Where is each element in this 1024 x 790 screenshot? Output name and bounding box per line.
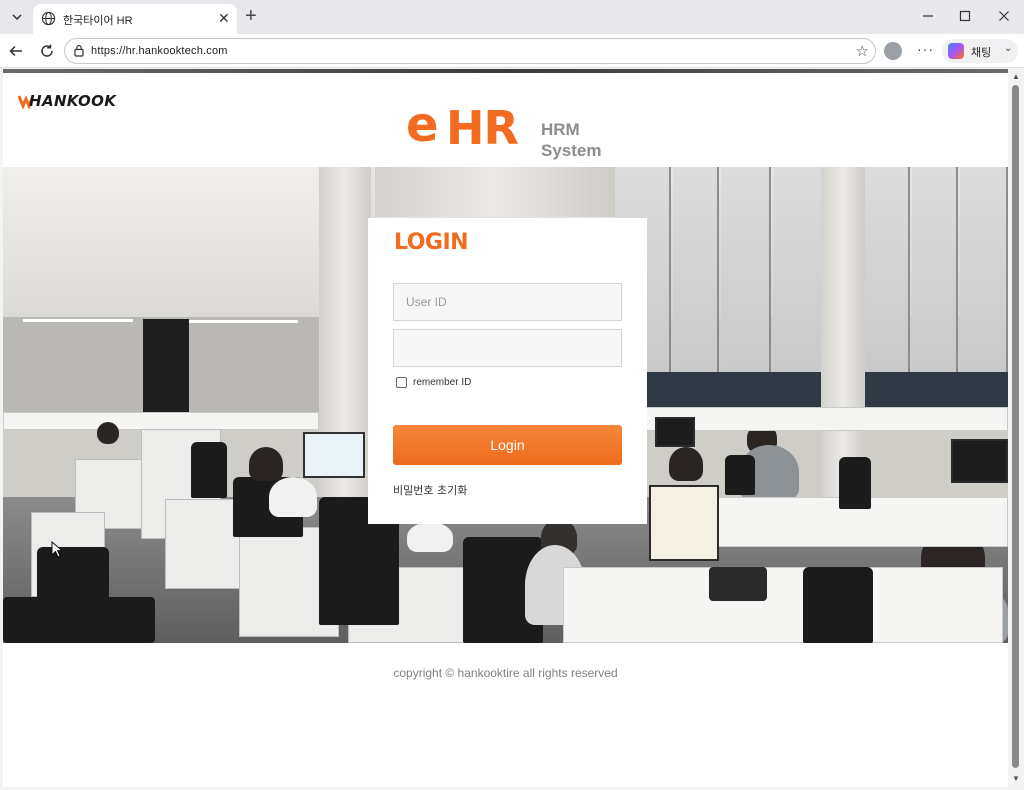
remember-id-label[interactable]: remember ID <box>413 377 471 388</box>
lock-icon[interactable] <box>73 44 85 57</box>
scroll-up-icon[interactable]: ▲ <box>1012 72 1020 81</box>
maximize-icon <box>959 10 971 22</box>
chair <box>3 597 155 643</box>
new-tab-button[interactable]: + <box>245 5 257 27</box>
copilot-label: 채팅 <box>971 47 992 59</box>
monitor <box>303 432 365 478</box>
login-button[interactable]: Login <box>393 425 622 465</box>
back-wall <box>3 167 323 317</box>
pillar <box>375 167 615 217</box>
tab-list-button[interactable] <box>6 7 28 27</box>
monitor <box>951 439 1008 483</box>
pillar <box>821 167 865 497</box>
person <box>249 447 283 481</box>
scroll-down-icon[interactable]: ▼ <box>1012 774 1020 783</box>
window-blind <box>673 167 719 372</box>
ehr-logo-hr: HR <box>446 101 519 155</box>
vertical-scrollbar[interactable]: ▲ ▼ <box>1008 69 1024 787</box>
maximize-button[interactable] <box>955 6 975 26</box>
brand-name: HANKOOK <box>29 92 117 110</box>
minimize-icon <box>923 15 933 17</box>
address-toolbar: https://hr.hankooktech.com ☆ ··· 채팅 ⌄ <box>0 34 1024 68</box>
monitor <box>649 485 719 561</box>
dark-column <box>143 319 189 419</box>
desk <box>643 407 1008 431</box>
password-input[interactable] <box>393 329 622 367</box>
tab-title: 한국타이어 HR <box>63 15 133 27</box>
desk <box>563 567 1003 643</box>
window-blind <box>773 167 823 372</box>
copyright-text: copyright © hankooktire all rights reser… <box>393 666 618 680</box>
ehr-subtitle-line1: HRM <box>541 120 580 139</box>
chevron-down-icon <box>12 14 22 21</box>
login-title: LOGIN <box>394 230 469 255</box>
browser-tab-bar: 한국타이어 HR ✕ + <box>0 0 1024 34</box>
close-window-button[interactable] <box>994 6 1014 26</box>
address-bar[interactable]: https://hr.hankooktech.com ☆ <box>64 38 876 64</box>
ceiling-light <box>23 319 133 322</box>
copilot-button[interactable]: 채팅 ⌄ <box>942 39 1018 63</box>
copilot-icon <box>948 43 964 59</box>
desk <box>3 412 319 430</box>
person <box>269 477 317 517</box>
person <box>669 447 703 481</box>
active-tab[interactable]: 한국타이어 HR ✕ <box>33 4 237 34</box>
ehr-logo: e HR HRM System <box>406 97 616 163</box>
top-strip <box>3 69 1008 73</box>
checkbox-box[interactable] <box>396 377 407 388</box>
person <box>407 522 453 552</box>
window-blind <box>865 167 910 372</box>
person <box>97 422 119 444</box>
ehr-logo-e: e <box>406 97 439 153</box>
profile-avatar[interactable] <box>884 42 902 60</box>
chair <box>725 455 755 495</box>
login-panel: LOGIN remember ID Login 비밀번호 초기화 <box>368 218 647 524</box>
globe-icon <box>41 11 56 26</box>
chevron-down-icon: ⌄ <box>1004 43 1013 54</box>
refresh-button[interactable] <box>37 41 57 61</box>
close-icon <box>999 11 1009 21</box>
window-blind <box>960 167 1008 372</box>
user-id-input[interactable] <box>393 283 622 321</box>
favorite-star-icon[interactable]: ☆ <box>856 42 869 60</box>
close-tab-icon[interactable]: ✕ <box>218 10 230 27</box>
chair <box>839 457 871 509</box>
ehr-subtitle-line2: System <box>541 141 602 160</box>
ceiling-light <box>188 320 298 323</box>
ehr-logo-subtitle: HRM System <box>541 119 601 161</box>
arrow-left-icon <box>9 45 22 57</box>
url-text[interactable]: https://hr.hankooktech.com <box>91 45 228 57</box>
desk-phone <box>709 567 767 601</box>
minimize-button[interactable] <box>918 6 938 26</box>
refresh-icon <box>41 44 53 57</box>
password-reset-link[interactable]: 비밀번호 초기화 <box>393 482 467 498</box>
window-blind <box>912 167 958 372</box>
window-blind <box>721 167 771 372</box>
mouse-cursor-icon <box>51 541 63 558</box>
scrollbar-thumb[interactable] <box>1012 85 1019 768</box>
back-button[interactable] <box>6 41 26 61</box>
more-menu-icon[interactable]: ··· <box>917 41 934 57</box>
remember-id-checkbox[interactable]: remember ID <box>396 377 471 388</box>
chair <box>191 442 227 498</box>
page-viewport: HANKOOK e HR HRM System LOGIN User ID re… <box>3 69 1008 787</box>
monitor <box>655 417 695 447</box>
chair <box>803 567 873 643</box>
